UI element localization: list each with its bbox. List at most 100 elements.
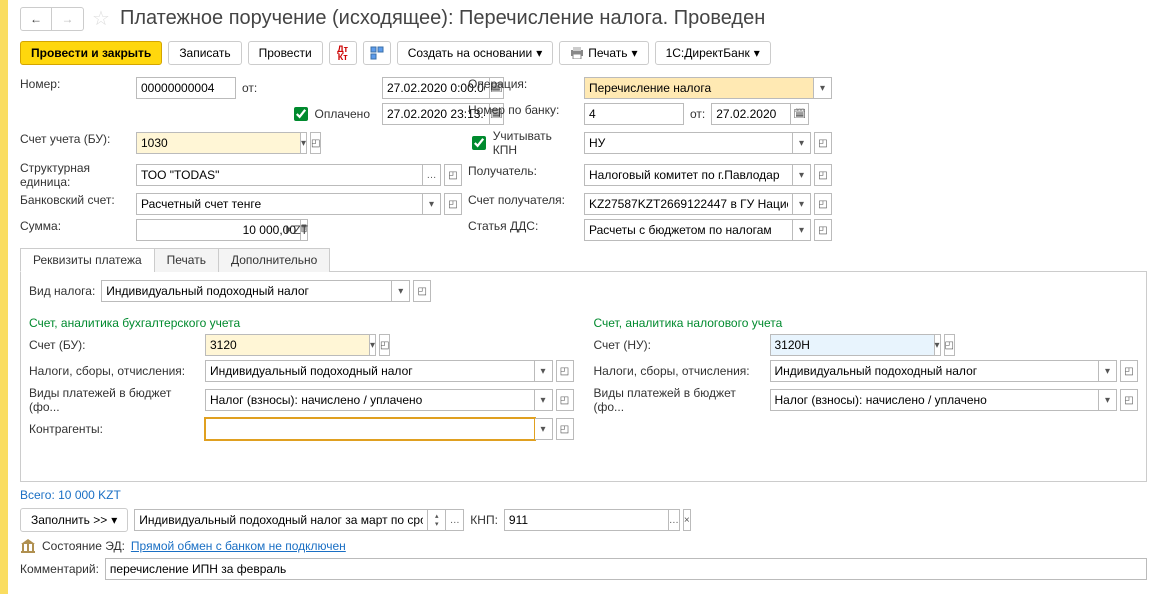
taxes-label: Налоги, сборы, отчисления:: [29, 364, 199, 378]
more-icon[interactable]: …: [423, 164, 441, 186]
pay-types-nu-input[interactable]: [770, 389, 1100, 411]
chevron-down-icon: ▾: [536, 46, 542, 60]
total-label: Всего: 10 000 KZT: [20, 488, 1147, 502]
recipient-account-input[interactable]: [584, 193, 793, 215]
write-button[interactable]: Записать: [168, 41, 241, 65]
chevron-down-icon[interactable]: ▾: [793, 132, 811, 154]
chevron-down-icon[interactable]: ▾: [392, 280, 410, 302]
nav-forward-button[interactable]: →: [52, 7, 84, 31]
chevron-down-icon: ▾: [111, 513, 117, 527]
number-input[interactable]: [136, 77, 236, 99]
sum-label: Сумма:: [20, 219, 130, 241]
chevron-down-icon[interactable]: ▾: [535, 389, 553, 411]
open-icon[interactable]: ◰: [944, 334, 955, 356]
bank-account-input[interactable]: [136, 193, 423, 215]
from-label: от:: [690, 107, 705, 121]
open-icon[interactable]: ◰: [1120, 360, 1138, 382]
post-and-close-button[interactable]: Провести и закрыть: [20, 41, 162, 65]
acc-bu-label: Счет (БУ):: [29, 338, 199, 352]
acc-nu-input[interactable]: [770, 334, 935, 356]
tab-content: Вид налога: ▾ ◰ Счет, аналитика бухгалте…: [20, 272, 1147, 482]
operation-select[interactable]: [584, 77, 814, 99]
tax-type-input[interactable]: [101, 280, 392, 302]
nav-back-button[interactable]: ←: [20, 7, 52, 31]
tab-print[interactable]: Печать: [154, 248, 219, 272]
unit-label: Структурная единица:: [20, 161, 130, 189]
spinner-icon[interactable]: ▴▾: [428, 509, 446, 531]
tab-bar: Реквизиты платежа Печать Дополнительно: [20, 247, 1147, 272]
open-icon[interactable]: ◰: [1120, 389, 1138, 411]
open-icon[interactable]: ◰: [556, 418, 574, 440]
open-icon[interactable]: ◰: [814, 164, 832, 186]
taxes-bu-input[interactable]: [205, 360, 535, 382]
post-button[interactable]: Провести: [248, 41, 323, 65]
sum-input[interactable]: [136, 219, 301, 241]
operation-label: Операция:: [468, 77, 578, 99]
chevron-down-icon[interactable]: ▾: [793, 164, 811, 186]
chevron-down-icon[interactable]: ▾: [1099, 360, 1117, 382]
chevron-down-icon[interactable]: ▾: [1099, 389, 1117, 411]
chevron-down-icon[interactable]: ▾: [814, 77, 832, 99]
chevron-down-icon[interactable]: ▾: [535, 418, 553, 440]
favorite-star-icon[interactable]: ☆: [92, 6, 110, 31]
nu-input[interactable]: [584, 132, 793, 154]
pay-types-label: Виды платежей в бюджет (фо...: [29, 386, 199, 414]
taxes-nu-input[interactable]: [770, 360, 1100, 382]
open-icon[interactable]: ◰: [814, 193, 832, 215]
acc-nu-label: Счет (НУ):: [594, 338, 764, 352]
more-icon[interactable]: …: [669, 509, 680, 531]
chevron-down-icon[interactable]: ▾: [935, 334, 941, 356]
paid-checkbox[interactable]: [294, 107, 308, 121]
open-icon[interactable]: ◰: [814, 132, 832, 154]
open-icon[interactable]: ◰: [379, 334, 390, 356]
ed-state-link[interactable]: Прямой обмен с банком не подключен: [131, 539, 346, 553]
open-icon[interactable]: ◰: [556, 389, 574, 411]
chevron-down-icon[interactable]: ▾: [535, 360, 553, 382]
chevron-down-icon[interactable]: ▾: [793, 193, 811, 215]
open-icon[interactable]: ◰: [556, 360, 574, 382]
recipient-account-label: Счет получателя:: [468, 193, 578, 215]
clear-icon[interactable]: ×: [683, 509, 691, 531]
calendar-icon[interactable]: 🗓: [791, 103, 809, 125]
pay-types-bu-input[interactable]: [205, 389, 535, 411]
title-bar: ← → ☆ Платежное поручение (исходящее): П…: [20, 0, 1147, 41]
recipient-input[interactable]: [584, 164, 793, 186]
currency-label: KZT: [285, 223, 308, 237]
chevron-down-icon[interactable]: ▾: [370, 334, 376, 356]
account-bu-input[interactable]: [136, 132, 301, 154]
open-icon[interactable]: ◰: [413, 280, 431, 302]
knp-label: КНП:: [470, 513, 498, 527]
chevron-down-icon[interactable]: ▾: [793, 219, 811, 241]
open-icon[interactable]: ◰: [444, 164, 462, 186]
section-nu-title: Счет, аналитика налогового учета: [594, 316, 1139, 330]
more-icon[interactable]: …: [446, 509, 464, 531]
create-based-on-button[interactable]: Создать на основании▾: [397, 41, 554, 65]
printer-icon: [570, 47, 584, 59]
knp-input[interactable]: [504, 509, 669, 531]
comment-input[interactable]: [105, 558, 1147, 580]
tab-additional[interactable]: Дополнительно: [218, 248, 330, 272]
consider-kpn-checkbox[interactable]: [472, 136, 486, 150]
recipient-label: Получатель:: [468, 164, 578, 186]
open-icon[interactable]: ◰: [444, 193, 462, 215]
from-label: от:: [242, 81, 257, 95]
tab-requisites[interactable]: Реквизиты платежа: [20, 248, 155, 272]
dds-input[interactable]: [584, 219, 793, 241]
structure-button[interactable]: [363, 41, 391, 65]
open-icon[interactable]: ◰: [310, 132, 321, 154]
open-icon[interactable]: ◰: [814, 219, 832, 241]
contragent-input[interactable]: [205, 418, 535, 440]
print-button[interactable]: Печать▾: [559, 41, 648, 65]
dt-kt-button[interactable]: ДтКт: [329, 41, 357, 65]
directbank-button[interactable]: 1С:ДиректБанк▾: [655, 41, 771, 65]
chevron-down-icon[interactable]: ▾: [301, 132, 307, 154]
fill-button[interactable]: Заполнить >>▾: [20, 508, 128, 532]
chevron-down-icon[interactable]: ▾: [423, 193, 441, 215]
fill-value-input[interactable]: [134, 509, 428, 531]
ed-state-label: Состояние ЭД:: [42, 539, 125, 553]
bank-number-input[interactable]: [584, 103, 684, 125]
bank-date-input[interactable]: [711, 103, 791, 125]
unit-input[interactable]: [136, 164, 423, 186]
taxes-label: Налоги, сборы, отчисления:: [594, 364, 764, 378]
acc-bu-input[interactable]: [205, 334, 370, 356]
